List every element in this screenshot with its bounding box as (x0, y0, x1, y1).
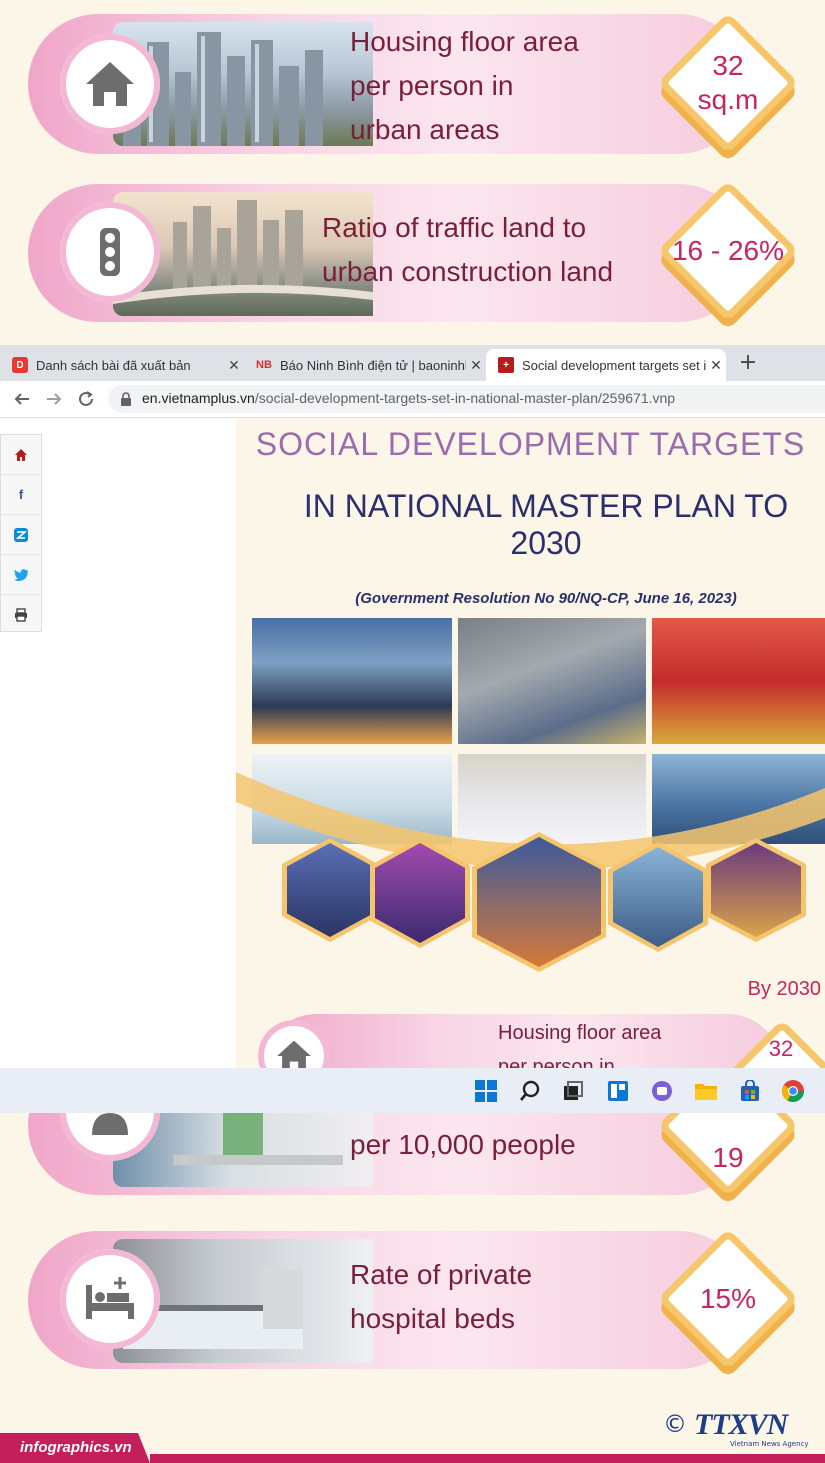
infographic-main-image: SOCIAL DEVELOPMENT TARGETS IN NATIONAL M… (236, 418, 825, 1068)
stat-label-doctors: per 10,000 people (350, 1129, 576, 1160)
infographic-subtitle: (Government Resolution No 90/NQ-CP, June… (355, 590, 737, 607)
share-sidebar: f (0, 434, 42, 632)
twitter-icon[interactable] (1, 555, 41, 595)
copyright-icon: © (663, 1410, 687, 1438)
file-explorer-icon[interactable] (693, 1078, 719, 1104)
vietnamplus-favicon-icon: + (498, 357, 514, 373)
preview-stat-value: 32 (716, 1014, 825, 1068)
nb-favicon-icon: NB (256, 359, 272, 371)
back-arrow-icon[interactable] (10, 387, 34, 411)
browser-toolbar: en.vietnamplus.vn/social-development-tar… (0, 381, 825, 418)
chat-icon[interactable] (649, 1078, 675, 1104)
preview-stat-card-housing: Housing floor area per person in (258, 1014, 782, 1068)
url-text: en.vietnamplus.vn/social-development-tar… (142, 390, 676, 406)
tab-social-development[interactable]: + Social development targets set in ✕ (486, 349, 726, 381)
windows-start-icon[interactable] (473, 1078, 499, 1104)
web-page-content: f SOCIAL DEVELOPMENT TARGETS IN NATIONAL… (0, 418, 825, 1068)
address-bar[interactable]: en.vietnamplus.vn/social-development-tar… (108, 385, 825, 413)
search-icon[interactable] (517, 1078, 543, 1104)
stat-value-traffic: 16 - 26% (657, 180, 799, 322)
house-icon (258, 1020, 330, 1068)
hospital-bed-icon (60, 1249, 160, 1349)
close-tab-icon[interactable]: ✕ (706, 357, 726, 374)
lock-icon[interactable] (120, 391, 132, 410)
print-icon[interactable] (1, 595, 41, 634)
dashboard-favicon-icon: D (12, 357, 28, 373)
browser-tab-strip: D Danh sách bài đã xuất bản ✕ NB Báo Nin… (0, 345, 825, 381)
preview-stat-label: Housing floor area per person in (498, 1022, 662, 1068)
infographic-title-line1: SOCIAL DEVELOPMENT TARGETS (255, 426, 806, 462)
stat-card-doctors: per 10,000 people (28, 1113, 748, 1195)
widgets-icon[interactable] (605, 1078, 631, 1104)
task-view-icon[interactable] (560, 1078, 586, 1104)
stat-value-hospital-beds: 15% (657, 1228, 799, 1370)
facebook-icon[interactable]: f (1, 475, 41, 515)
tab-title: Báo Ninh Bình điện tử | baoninhbinh (280, 357, 466, 373)
stat-card-housing: Housing floor area per person in urban a… (28, 14, 748, 154)
festival-photo (652, 618, 825, 744)
stat-value-doctors: 19 (657, 1113, 799, 1197)
house-icon (60, 34, 160, 134)
chrome-icon[interactable] (780, 1078, 806, 1104)
tab-title: Danh sách bài đã xuất bản (36, 357, 191, 373)
zalo-icon[interactable] (1, 515, 41, 555)
infographic-top-section: Housing floor area per person in urban a… (0, 0, 825, 345)
city-night-photo (252, 618, 452, 744)
close-tab-icon[interactable]: ✕ (224, 357, 244, 374)
infographics-brand[interactable]: infographics.vn (0, 1433, 150, 1463)
tab-baoninhbinh[interactable]: NB Báo Ninh Bình điện tử | baoninhbinh ✕ (244, 349, 486, 381)
reload-icon[interactable] (74, 387, 98, 411)
infographic-title-line2: IN NATIONAL MASTER PLAN TO 2030 (303, 488, 789, 561)
stat-card-hospital-beds: Rate of private hospital beds (28, 1231, 748, 1369)
forward-arrow-icon[interactable] (42, 387, 66, 411)
factory-photo (458, 618, 646, 744)
ttxvn-logo: TTXVN (694, 1408, 788, 1441)
tab-title: Social development targets set in (522, 357, 706, 373)
stat-value-housing: 32 sq.m (657, 12, 799, 154)
footer-pink-bar (150, 1454, 825, 1463)
store-icon[interactable] (737, 1078, 763, 1104)
new-tab-button[interactable]: + (736, 350, 760, 375)
stat-label-housing: Housing floor area per person in urban a… (350, 26, 579, 145)
stat-card-traffic: Ratio of traffic land to urban construct… (28, 184, 748, 322)
traffic-light-icon (60, 202, 160, 302)
close-tab-icon[interactable]: ✕ (466, 357, 486, 374)
ttxvn-logo-subtitle: Vietnam News Agency (730, 1440, 809, 1448)
tab-published-articles[interactable]: D Danh sách bài đã xuất bản ✕ (0, 349, 244, 381)
stat-label-hospital-beds: Rate of private hospital beds (350, 1259, 533, 1334)
windows-taskbar (0, 1068, 825, 1113)
stat-label-traffic: Ratio of traffic land to urban construct… (322, 212, 614, 287)
home-icon[interactable] (1, 435, 41, 475)
